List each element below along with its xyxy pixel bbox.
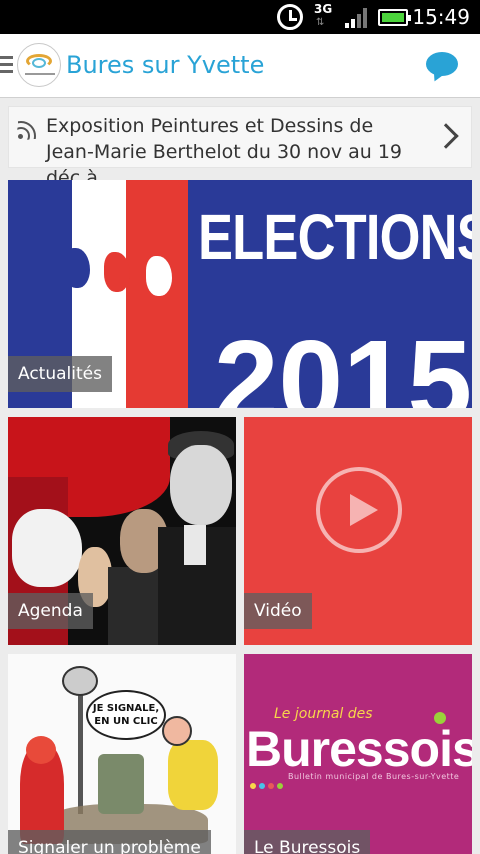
elections-image-year: 2015 [214, 316, 472, 408]
buressois-caption: Bulletin municipal de Bures-sur-Yvette [288, 772, 460, 781]
menu-icon[interactable] [0, 56, 14, 74]
battery-icon [378, 9, 411, 26]
chat-icon[interactable] [426, 52, 458, 76]
play-icon [316, 467, 402, 553]
tile-video[interactable]: Vidéo [244, 417, 472, 645]
network-type: 3G [314, 2, 333, 16]
tile-label: Le Buressois [244, 830, 371, 854]
tile-label: Actualités [8, 356, 112, 392]
tile-agenda[interactable]: Agenda [8, 417, 236, 645]
buressois-title: Buressois [246, 721, 472, 777]
app-title: Bures sur Yvette [66, 51, 265, 79]
news-ticker[interactable]: Exposition Peintures et Dessins de Jean-… [8, 106, 472, 189]
elections-image-title: ELECTIONS [198, 201, 472, 273]
status-time: 15:49 [412, 5, 470, 29]
tile-label: Agenda [8, 593, 93, 629]
app-bar: Bures sur Yvette [0, 34, 480, 98]
tile-buressois[interactable]: Le journal des Buressois Bulletin munici… [244, 654, 472, 854]
tile-label: Vidéo [244, 593, 312, 629]
signal-icon [345, 8, 371, 28]
speech-bubble: JE SIGNALE, EN UN CLIC [86, 690, 166, 740]
chevron-right-icon[interactable] [433, 123, 459, 149]
rss-icon [17, 121, 36, 140]
app-logo[interactable] [17, 43, 61, 87]
alarm-icon [277, 4, 303, 30]
data-arrows-icon: ⇅ [316, 17, 325, 28]
tile-signaler[interactable]: JE SIGNALE, EN UN CLIC Signaler un probl… [8, 654, 236, 854]
tile-actualites[interactable]: ELECTIONS 2015 Actualités [8, 180, 472, 408]
status-bar: 3G ⇅ 15:49 [0, 0, 480, 34]
tile-label: Signaler un problème [8, 830, 211, 854]
